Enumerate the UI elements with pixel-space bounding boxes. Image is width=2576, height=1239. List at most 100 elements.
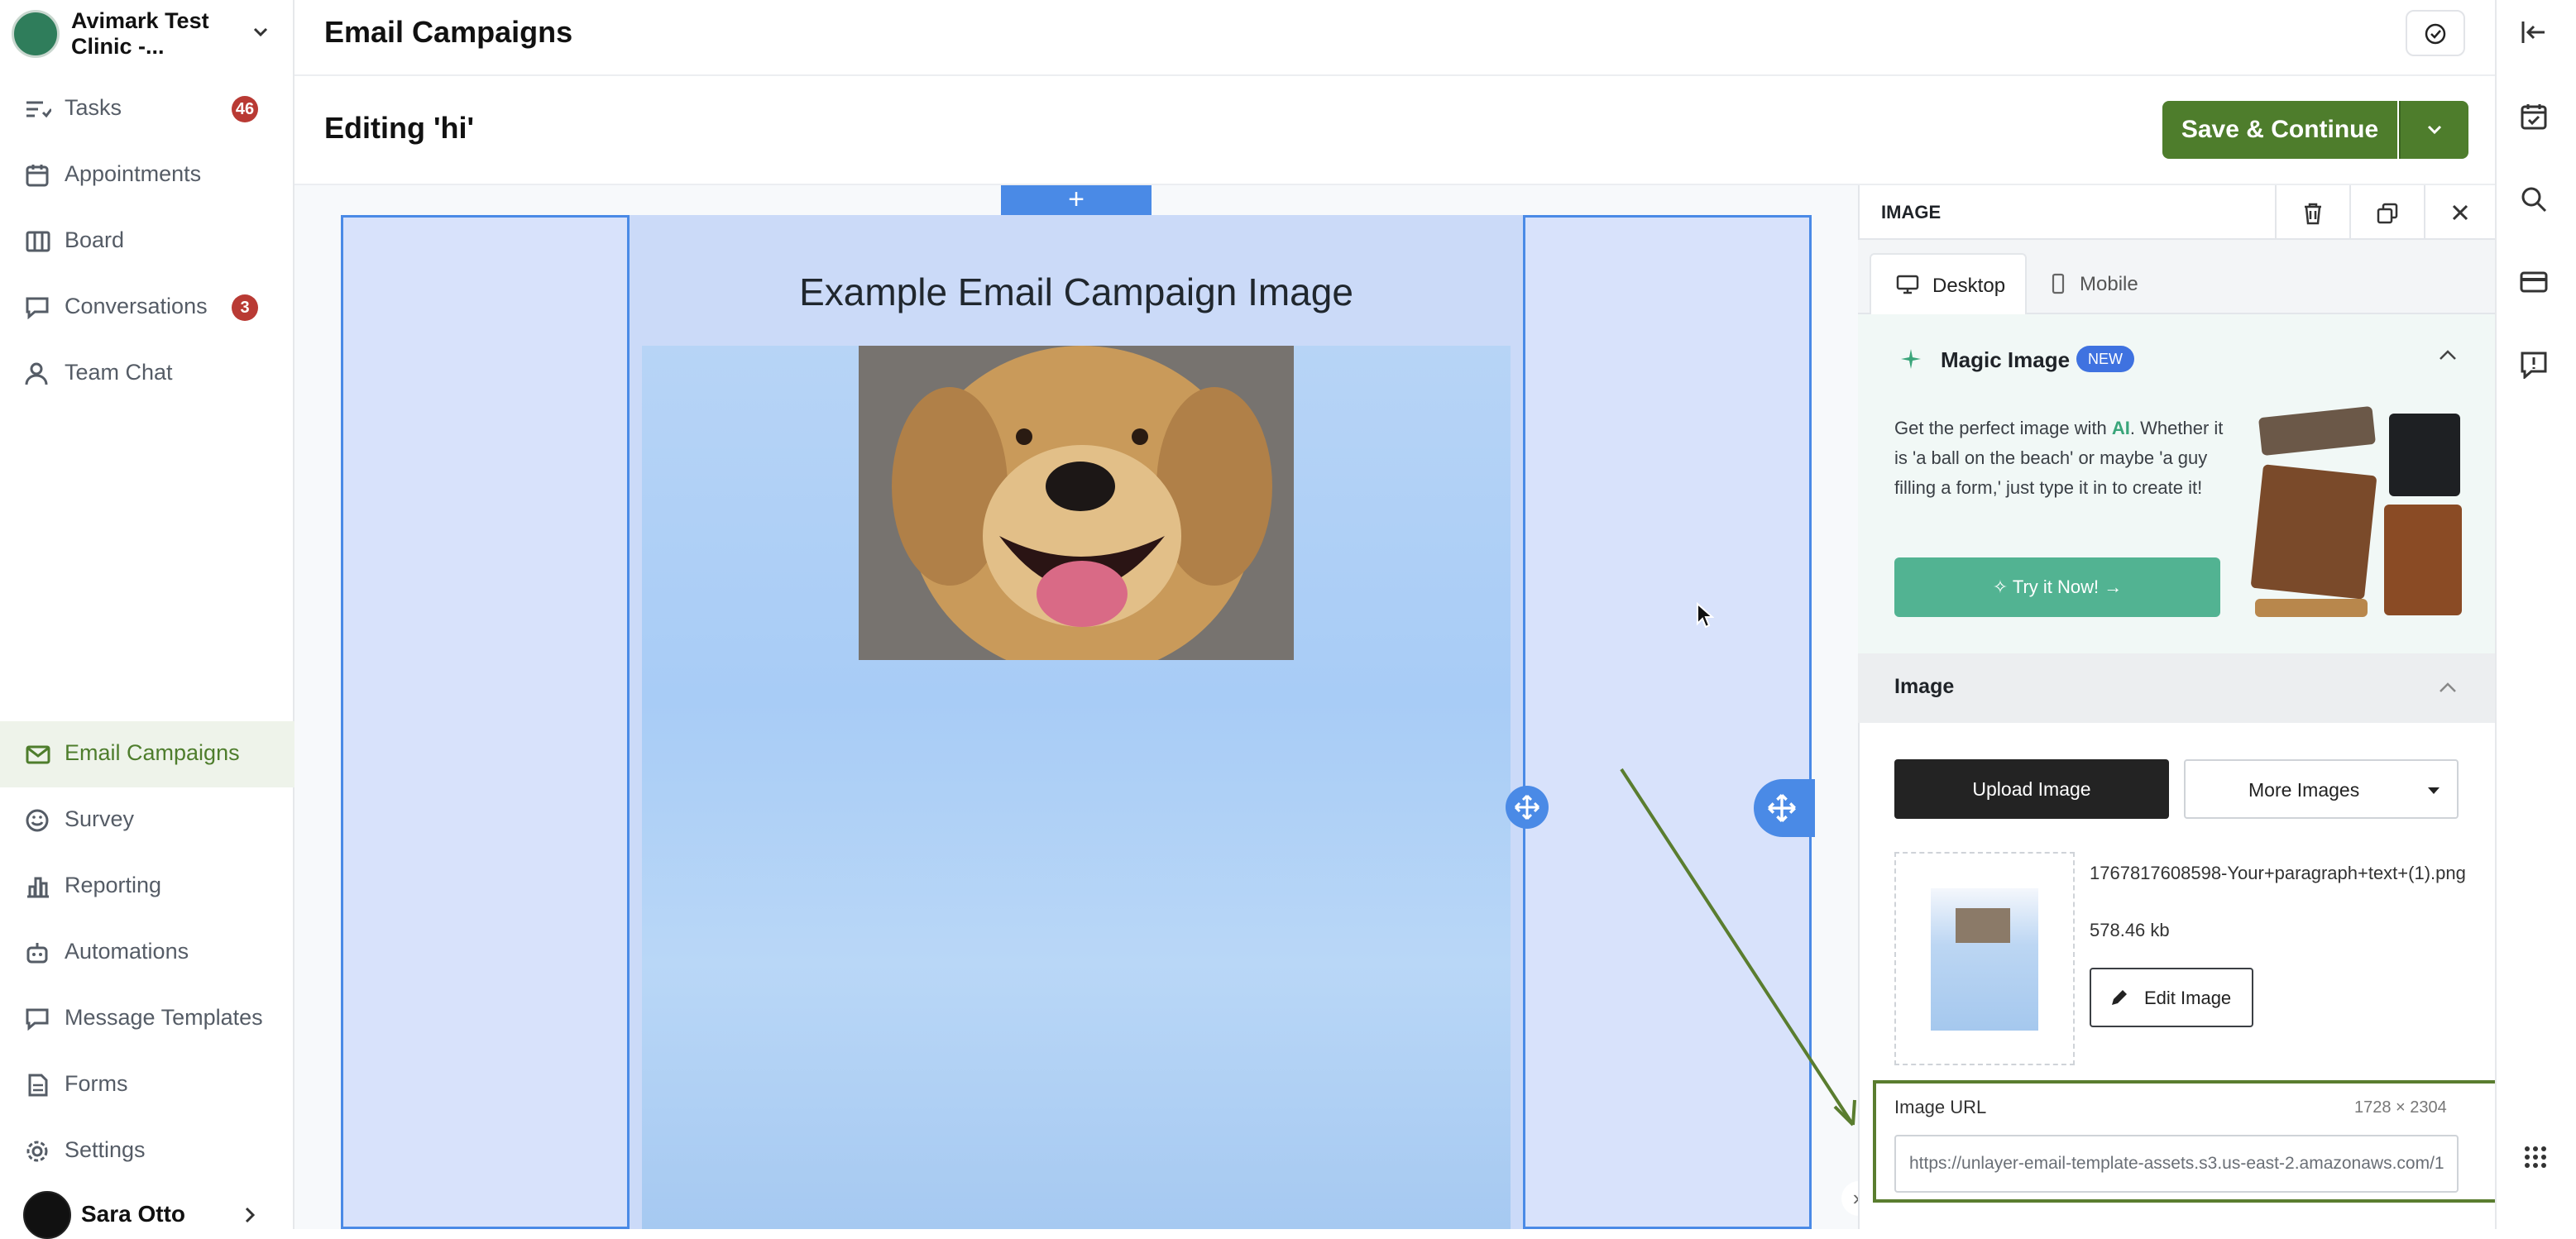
save-continue-button[interactable]: Save & Continue [2162,101,2397,159]
sidebar-item-label: Tasks [65,95,122,120]
chevron-up-icon[interactable] [2437,346,2459,364]
chevron-up-icon[interactable] [2437,678,2459,696]
trash-icon [2305,203,2321,225]
sparkle-icon [1901,349,1921,369]
page-title: Email Campaigns [324,15,573,49]
smiley-icon [25,809,51,832]
check-circle-icon [2425,23,2446,45]
close-icon [2452,204,2468,221]
file-name: 1767817608598-Your+paragraph+text+(1).pn… [2090,863,2466,883]
new-badge: NEW [2076,346,2134,372]
editing-title: Editing 'hi' [324,111,475,145]
sidebar-item-label: Email Campaigns [65,740,240,765]
desktop-icon [1896,275,1919,294]
sidebar-item-label: Automations [65,939,189,964]
message-icon [25,1007,51,1031]
chevron-right-icon[interactable] [242,1206,258,1224]
move-handle[interactable] [1506,786,1549,829]
email-icon [25,743,51,766]
sidebar: Avimark Test Clinic -... Tasks 46 Appoin… [0,0,294,1239]
sidebar-item-appointments[interactable]: Appointments [0,142,294,208]
sidebar-item-message-templates[interactable]: Message Templates [0,986,294,1052]
conversations-badge: 3 [232,294,258,321]
chevron-down-icon[interactable] [251,23,270,41]
annotation-arrow [1620,768,1856,1127]
save-options-dropdown[interactable] [2399,101,2468,159]
user-name[interactable]: Sara Otto [81,1201,185,1227]
sidebar-item-label: Settings [65,1137,146,1162]
header-divider [294,74,2495,76]
chat-icon [25,296,51,319]
upload-image-button[interactable]: Upload Image [1894,759,2169,819]
sidebar-item-conversations[interactable]: Conversations 3 [0,275,294,341]
sidebar-item-label: Reporting [65,873,162,897]
collapse-left-icon[interactable] [2520,20,2548,45]
tasks-badge: 46 [232,96,258,122]
add-row-button[interactable]: + [1001,185,1152,215]
pencil-icon [2112,990,2127,1005]
more-images-label: More Images [2248,779,2360,801]
sidebar-item-automations[interactable]: Automations [0,920,294,986]
more-images-dropdown[interactable]: More Images [2184,759,2459,819]
gear-icon [25,1140,51,1163]
robot-icon [25,941,51,964]
clinic-logo [12,10,60,58]
clinic-name[interactable]: Avimark Test Clinic -... [71,8,228,60]
calendar-icon [25,164,51,187]
panel-title: IMAGE [1881,202,1942,222]
image-url-label: Image URL [1894,1097,1987,1117]
edit-image-button[interactable]: Edit Image [2090,968,2253,1027]
sidebar-item-label: Conversations [65,294,208,318]
edit-image-label: Edit Image [2144,988,2232,1008]
tab-label: Mobile [2080,273,2138,295]
image-dimensions: 1728 × 2304 [2354,1098,2447,1117]
dog-photo [859,346,1294,660]
file-size: 578.46 kb [2090,920,2170,940]
feedback-icon[interactable] [2520,351,2548,379]
tab-mobile[interactable]: Mobile [2040,253,2181,314]
bar-chart-icon [25,875,51,898]
board-icon [25,230,51,253]
email-heading[interactable]: Example Email Campaign Image [642,270,1511,314]
avatar[interactable] [23,1191,71,1239]
calendar-check-icon[interactable] [2520,103,2548,131]
magic-image-description: Get the perfect image with AI. Whether i… [1894,418,2224,498]
credit-card-icon[interactable] [2520,270,2548,294]
sidebar-item-label: Message Templates [65,1005,263,1030]
sidebar-item-label: Team Chat [65,360,173,385]
tasks-check-button[interactable] [2406,10,2465,56]
team-icon [25,362,51,385]
right-rail [2495,0,2576,1229]
tab-label: Desktop [1932,275,2006,297]
sidebar-item-reporting[interactable]: Reporting [0,854,294,920]
magic-image-title: Magic Image [1941,347,2071,372]
image-url-input[interactable] [1894,1135,2459,1193]
image-thumbnail [1931,888,2038,1031]
sidebar-item-tasks[interactable]: Tasks 46 [0,76,294,142]
search-icon[interactable] [2520,185,2548,213]
mouse-cursor-icon [1697,602,1714,629]
mobile-icon [2052,273,2065,294]
copy-icon [2377,203,2398,224]
chevron-down-icon [2427,125,2442,135]
image-section-title: Image [1894,675,1955,698]
ai-image-collage [2250,405,2462,617]
close-panel-button[interactable] [2424,185,2495,240]
move-icon [1514,794,1540,820]
apps-grid-icon[interactable] [2523,1145,2548,1170]
caret-down-icon [2428,787,2440,794]
sidebar-item-label: Forms [65,1071,128,1096]
tab-desktop[interactable]: Desktop [1870,253,2027,314]
sidebar-item-board[interactable]: Board [0,208,294,275]
tasks-icon [25,98,51,121]
try-it-now-button[interactable]: ✧ Try it Now! → [1894,557,2220,617]
sidebar-item-team-chat[interactable]: Team Chat [0,341,294,407]
sidebar-item-label: Board [65,227,125,252]
duplicate-button[interactable] [2349,185,2424,240]
sidebar-item-label: Survey [65,806,135,831]
sidebar-item-survey[interactable]: Survey [0,787,294,854]
delete-button[interactable] [2275,185,2349,240]
sidebar-item-forms[interactable]: Forms [0,1052,294,1118]
sidebar-item-settings[interactable]: Settings [0,1118,294,1184]
sidebar-item-email-campaigns[interactable]: Email Campaigns [0,721,294,787]
